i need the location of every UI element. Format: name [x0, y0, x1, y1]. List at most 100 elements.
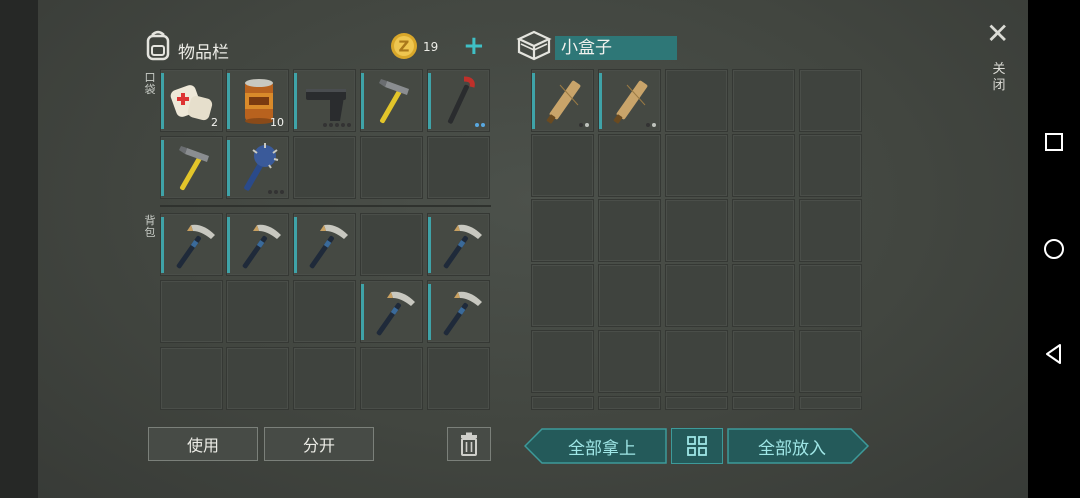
container-slot[interactable]: [665, 264, 728, 327]
container-slot[interactable]: [799, 330, 862, 393]
backpack-label: 背包: [144, 214, 156, 239]
box-icon: [516, 30, 552, 61]
container-slot[interactable]: [598, 330, 661, 393]
coin-icon: Z: [391, 33, 417, 59]
spiked-club-icon: [244, 143, 279, 191]
backpack-slot[interactable]: [360, 280, 423, 343]
backpack-slot[interactable]: [360, 347, 423, 410]
item-quality-dots: [579, 123, 589, 127]
home-button[interactable]: [1028, 229, 1080, 269]
backpack-slot[interactable]: [293, 213, 356, 276]
pocket-slot[interactable]: 2: [160, 69, 223, 132]
container-slot[interactable]: [598, 199, 661, 262]
close-button[interactable]: ✕: [986, 18, 1009, 50]
crowbar-icon: [447, 76, 475, 124]
container-slot[interactable]: [531, 264, 594, 327]
item-count: 2: [211, 116, 218, 129]
triangle-back-icon: [1046, 344, 1061, 364]
item-durability-bar: [532, 73, 535, 129]
backpack-slot[interactable]: [226, 213, 289, 276]
back-button[interactable]: [1028, 334, 1080, 374]
trash-icon: [461, 432, 477, 456]
screen-edge: [0, 0, 38, 498]
container-name-field[interactable]: 小盒子: [555, 36, 677, 60]
pocket-slot[interactable]: [160, 136, 223, 199]
item-durability-bar: [161, 217, 164, 273]
container-slot[interactable]: [665, 69, 728, 132]
container-slot[interactable]: [799, 264, 862, 327]
backpack-slot[interactable]: [226, 280, 289, 343]
container-slot[interactable]: [732, 134, 795, 197]
hammer-icon: [379, 79, 409, 124]
pocket-slot[interactable]: [427, 136, 490, 199]
item-durability-bar: [227, 217, 230, 273]
recents-button[interactable]: [1028, 122, 1080, 162]
container-slot[interactable]: [732, 199, 795, 262]
add-coins-button[interactable]: +: [463, 31, 485, 61]
take-all-button[interactable]: 全部拿上: [540, 428, 664, 464]
pistol-icon: [306, 89, 346, 121]
pocket-slot[interactable]: [360, 136, 423, 199]
pockets-label: 口袋: [144, 71, 156, 96]
section-divider: [160, 205, 491, 207]
item-quality-dots: [268, 190, 284, 194]
container-slot[interactable]: [665, 396, 728, 410]
container-slot[interactable]: [732, 396, 795, 410]
container-slot[interactable]: [665, 330, 728, 393]
container-slot[interactable]: [531, 199, 594, 262]
pocket-slot[interactable]: [427, 69, 490, 132]
container-slot[interactable]: [531, 396, 594, 410]
pocket-slot[interactable]: 10: [226, 69, 289, 132]
item-durability-bar: [361, 284, 364, 340]
split-button[interactable]: 分开: [264, 427, 374, 461]
container-slot[interactable]: [732, 330, 795, 393]
item-quality-dots: [646, 123, 656, 127]
backpack-slot[interactable]: [360, 213, 423, 276]
item-durability-bar: [428, 217, 431, 273]
container-slot[interactable]: [598, 134, 661, 197]
backpack-icon: [146, 30, 170, 61]
backpack-slot[interactable]: [160, 280, 223, 343]
container-slot[interactable]: [665, 199, 728, 262]
container-slot[interactable]: [531, 69, 594, 132]
container-slot[interactable]: [799, 69, 862, 132]
use-button[interactable]: 使用: [148, 427, 258, 461]
container-slot[interactable]: [665, 134, 728, 197]
container-slot[interactable]: [598, 396, 661, 410]
item-durability-bar: [428, 284, 431, 340]
backpack-slot[interactable]: [427, 280, 490, 343]
item-quality-dots: [475, 123, 485, 127]
backpack-slot[interactable]: [226, 347, 289, 410]
item-durability-bar: [161, 140, 164, 196]
backpack-slot[interactable]: [427, 347, 490, 410]
backpack-slot[interactable]: [427, 213, 490, 276]
close-label[interactable]: 关闭: [991, 62, 1007, 94]
pocket-slot[interactable]: [226, 136, 289, 199]
container-slot[interactable]: [799, 134, 862, 197]
container-slot[interactable]: [531, 134, 594, 197]
backpack-slot[interactable]: [293, 280, 356, 343]
sort-button[interactable]: [671, 428, 723, 464]
circle-icon: [1044, 239, 1064, 259]
pocket-slot[interactable]: [293, 136, 356, 199]
delete-button[interactable]: [447, 427, 491, 461]
item-durability-bar: [599, 73, 602, 129]
container-slot[interactable]: [598, 264, 661, 327]
container-slot[interactable]: [531, 330, 594, 393]
container-slot[interactable]: [799, 396, 862, 410]
inventory-title: 物品栏: [178, 43, 229, 63]
backpack-slot[interactable]: [160, 213, 223, 276]
container-slot[interactable]: [732, 69, 795, 132]
pickaxe-icon: [309, 224, 348, 269]
backpack-slot[interactable]: [160, 347, 223, 410]
item-durability-bar: [294, 217, 297, 273]
pickaxe-icon: [176, 224, 215, 269]
container-slot[interactable]: [799, 199, 862, 262]
backpack-slot[interactable]: [293, 347, 356, 410]
pocket-slot[interactable]: [360, 69, 423, 132]
container-slot[interactable]: [732, 264, 795, 327]
wooden-plank-icon: [546, 80, 581, 124]
put-all-button[interactable]: 全部放入: [730, 428, 854, 464]
pocket-slot[interactable]: [293, 69, 356, 132]
container-slot[interactable]: [598, 69, 661, 132]
